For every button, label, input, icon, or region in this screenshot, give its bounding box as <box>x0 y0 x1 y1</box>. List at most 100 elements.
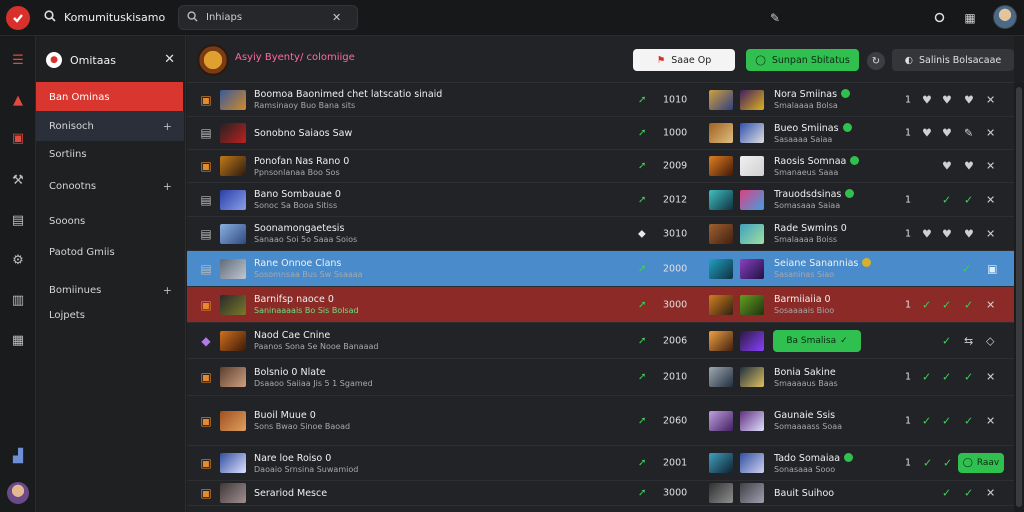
game-thumbnail[interactable] <box>220 453 246 473</box>
game-thumbnail[interactable] <box>220 258 246 279</box>
game-title[interactable]: Bano Sombauae 0 <box>254 189 341 200</box>
player-thumbnail[interactable] <box>740 89 764 110</box>
close-icon[interactable]: ✕ <box>986 487 995 500</box>
menu-icon[interactable]: ☰ <box>8 50 28 70</box>
status-pill-button[interactable]: Ba Smalisa ✓ <box>773 329 861 352</box>
edit-icon[interactable]: ▣ <box>987 262 997 275</box>
check-icon[interactable]: ✓ <box>942 298 951 311</box>
player-thumbnail[interactable] <box>709 223 733 244</box>
tag-icon[interactable]: ◇ <box>986 334 994 347</box>
game-title[interactable]: Boomoa Baonimed chet latscatio sinaid <box>254 89 442 100</box>
expand-icon[interactable]: + <box>163 180 172 193</box>
player-name[interactable]: Trauodsdsinas <box>774 189 855 200</box>
favorite-icon[interactable]: ♥ <box>942 227 952 240</box>
fire-icon[interactable]: ▲ <box>8 90 28 110</box>
close-icon[interactable]: ✕ <box>986 371 995 384</box>
player-thumbnail[interactable] <box>709 189 733 210</box>
check-icon[interactable]: ✓ <box>964 193 973 206</box>
clear-search-icon[interactable]: ✕ <box>332 11 341 24</box>
game-title[interactable]: Sonobno Saiaos Saw <box>254 128 352 139</box>
player-thumbnail[interactable] <box>740 410 764 431</box>
edit-icon[interactable]: ✎ <box>964 127 973 140</box>
table-row[interactable]: ▣ Boomoa Baonimed chet latscatio sinaid Ra… <box>187 83 1014 117</box>
table-row[interactable]: ◆ Naod Cae Cnine Paanos Sona Se Nooe Banaa… <box>187 323 1014 359</box>
document-icon[interactable]: ▥ <box>8 290 28 310</box>
player-name[interactable]: Bonia Sakine <box>774 367 836 378</box>
player-thumbnail[interactable] <box>740 453 764 473</box>
wrench-icon[interactable]: ⚒ <box>8 170 28 190</box>
search-box[interactable]: ✕ <box>178 5 358 30</box>
player-name[interactable]: Bauit Suihoo <box>774 488 834 499</box>
game-thumbnail[interactable] <box>220 367 246 387</box>
sidebar-item-2[interactable]: Sortiins <box>36 139 184 169</box>
player-name[interactable]: Rade Swmins 0 <box>774 223 847 234</box>
refresh-icon[interactable]: ↻ <box>867 52 885 70</box>
table-row[interactable]: ▣ Serariod Mesce ➚ 3000 Bauit Suihoo ✓ ✓ ✕ <box>187 481 1014 506</box>
favorite-icon[interactable]: ♥ <box>964 160 974 173</box>
options-button[interactable]: ◐ Salinis Bolsacaae <box>892 49 1014 71</box>
player-thumbnail[interactable] <box>740 189 764 210</box>
player-thumbnail[interactable] <box>740 330 764 351</box>
player-thumbnail[interactable] <box>709 156 733 176</box>
table-row[interactable]: ▣ Buoil Muue 0 Sons Bwao Sinoe Baoad ➚ 2060 G… <box>187 396 1014 446</box>
close-icon[interactable]: ✕ <box>164 52 175 67</box>
close-icon[interactable]: ✕ <box>986 160 995 173</box>
table-row[interactable]: ▤ Rane Onnoe Clans Sosomnsaa Bus Sw Ssaaaa… <box>187 251 1014 287</box>
sidebar-item-7[interactable]: Lojpets <box>36 300 184 330</box>
game-thumbnail[interactable] <box>220 330 246 351</box>
check-icon[interactable]: ✓ <box>942 371 951 384</box>
game-title[interactable]: Ponofan Nas Rano 0 <box>254 156 349 167</box>
sidebar-item-5[interactable]: Paotod Gmiis <box>36 237 184 267</box>
game-thumbnail[interactable] <box>220 483 246 503</box>
search-input[interactable] <box>206 12 324 23</box>
status-button[interactable]: ◯ Sunpan Sbitatus <box>746 49 859 71</box>
table-row[interactable]: ▤ Bano Sombauae 0 Sonoc Sa Booa Sitiss ➚ 201… <box>187 183 1014 217</box>
player-thumbnail[interactable] <box>709 89 733 110</box>
player-thumbnail[interactable] <box>709 483 733 503</box>
game-title[interactable]: Bolsnio 0 Nlate <box>254 367 326 378</box>
game-title[interactable]: Barnifsp naoce 0 <box>254 294 334 305</box>
game-title[interactable]: Soonamongaetesis <box>254 223 344 234</box>
check-icon[interactable]: ✓ <box>942 193 951 206</box>
game-thumbnail[interactable] <box>220 123 246 143</box>
close-icon[interactable]: ✕ <box>986 127 995 140</box>
table-row[interactable]: ▣ Ponofan Nas Rano 0 Ppnsonlanaa Boo Sos ➚ 2… <box>187 150 1014 183</box>
apps-icon[interactable]: ▦ <box>8 330 28 350</box>
game-thumbnail[interactable] <box>220 156 246 176</box>
swap-icon[interactable]: ⇆ <box>964 334 973 347</box>
sidebar-item-0[interactable]: Ban Ominas <box>36 82 183 112</box>
close-icon[interactable]: ✕ <box>986 414 995 427</box>
table-row[interactable]: ▣ Bolsnio 0 Nlate Dsaaoo Saiiaa Jis 5 1 Sg… <box>187 359 1014 396</box>
game-thumbnail[interactable] <box>220 189 246 210</box>
table-row[interactable]: ▤ Sonobno Saiaos Saw ➚ 1000 Bueo Smiinas Sasa… <box>187 117 1014 150</box>
sidebar-item-3[interactable]: Conootns + <box>36 171 184 201</box>
player-thumbnail[interactable] <box>740 123 764 143</box>
scrollbar-thumb[interactable] <box>1016 87 1022 507</box>
user-avatar[interactable] <box>993 5 1017 29</box>
game-thumbnail[interactable] <box>220 89 246 110</box>
favorite-icon[interactable]: ♥ <box>964 227 974 240</box>
close-icon[interactable]: ✕ <box>986 227 995 240</box>
check-icon[interactable]: ✓ <box>964 298 973 311</box>
player-thumbnail[interactable] <box>740 223 764 244</box>
game-title[interactable]: Naod Cae Cnine <box>254 330 330 341</box>
pen-icon[interactable]: ✎ <box>766 9 784 27</box>
calendar-icon[interactable]: ▣ <box>8 128 28 148</box>
game-title[interactable]: Serariod Mesce <box>254 488 327 499</box>
check-icon[interactable]: ✓ <box>943 457 952 470</box>
chart-icon[interactable]: ▟ <box>8 446 28 466</box>
player-thumbnail[interactable] <box>709 330 733 351</box>
player-thumbnail[interactable] <box>740 258 764 279</box>
check-icon[interactable]: ✓ <box>922 371 931 384</box>
check-icon[interactable]: ✓ <box>964 487 973 500</box>
close-icon[interactable]: ✕ <box>986 93 995 106</box>
player-name[interactable]: Nora Smiinas <box>774 89 851 100</box>
favorite-icon[interactable]: ♥ <box>942 160 952 173</box>
check-icon[interactable]: ✓ <box>964 414 973 427</box>
check-icon[interactable]: ✓ <box>942 334 951 347</box>
game-thumbnail[interactable] <box>220 294 246 315</box>
table-row[interactable]: ▤ Soonamongaetesis Sanaao Soi 5o Saaa Soio… <box>187 217 1014 251</box>
table-row[interactable]: ▣ Barnifsp naoce 0 Saninaaaais Bo Sis Bols… <box>187 287 1014 323</box>
player-name[interactable]: Tado Somaiaa <box>774 453 854 464</box>
player-thumbnail[interactable] <box>709 123 733 143</box>
